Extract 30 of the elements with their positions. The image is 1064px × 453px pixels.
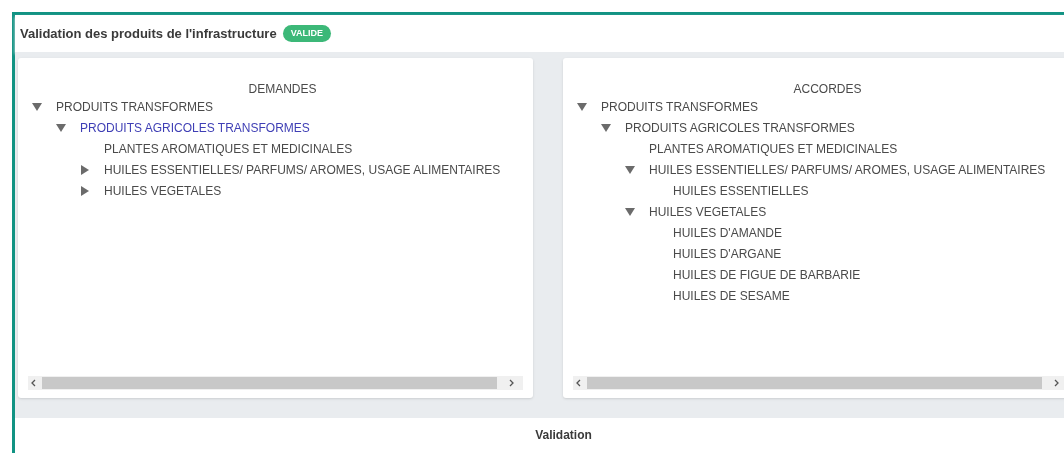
tree-item[interactable]: HUILES VEGETALES bbox=[649, 202, 767, 221]
tree-item[interactable]: PRODUITS AGRICOLES TRANSFORMES bbox=[80, 118, 310, 137]
tree-item[interactable]: HUILES DE FIGUE DE BARBARIE bbox=[673, 265, 861, 284]
tree-item[interactable]: HUILES D'ARGANE bbox=[673, 244, 782, 263]
tree-item[interactable]: HUILES DE SESAME bbox=[673, 286, 790, 305]
tree-item[interactable]: PRODUITS TRANSFORMES bbox=[56, 97, 214, 116]
horizontal-scrollbar[interactable] bbox=[28, 376, 523, 390]
tree-item[interactable]: HUILES VEGETALES bbox=[104, 181, 222, 200]
panel-title: ACCORDES bbox=[793, 82, 862, 96]
tree-item[interactable]: HUILES ESSENTIELLES/ PARFUMS/ AROMES, USAGE ALIMENTAIRES bbox=[649, 160, 1046, 179]
caret-down-icon[interactable] bbox=[577, 101, 587, 112]
caret-down-icon[interactable] bbox=[625, 206, 635, 217]
panel-title: DEMANDES bbox=[248, 82, 317, 96]
caret-right-icon[interactable] bbox=[80, 164, 90, 175]
tree-item[interactable]: HUILES ESSENTIELLES/ PARFUMS/ AROMES, USAGE ALIMENTAIRES bbox=[104, 160, 501, 179]
tree-item[interactable]: PRODUITS AGRICOLES TRANSFORMES bbox=[625, 118, 855, 137]
caret-down-icon[interactable] bbox=[601, 122, 611, 133]
section-title: Validation bbox=[535, 427, 592, 444]
tree-item[interactable]: PLANTES AROMATIQUES ET MEDICINALES bbox=[104, 139, 353, 158]
caret-right-icon[interactable] bbox=[80, 185, 90, 196]
status-badge: VALIDE bbox=[282, 24, 331, 43]
tree-item[interactable]: HUILES ESSENTIELLES bbox=[673, 181, 809, 200]
caret-down-icon[interactable] bbox=[56, 122, 66, 133]
tree-item[interactable]: PLANTES AROMATIQUES ET MEDICINALES bbox=[649, 139, 898, 158]
horizontal-scrollbar[interactable] bbox=[573, 376, 1064, 390]
tree-item[interactable]: HUILES D'AMANDE bbox=[673, 223, 782, 242]
caret-down-icon[interactable] bbox=[625, 164, 635, 175]
tree-item[interactable]: PRODUITS TRANSFORMES bbox=[601, 97, 759, 116]
page-title: Validation des produits de l'infrastructure bbox=[20, 24, 277, 43]
caret-down-icon[interactable] bbox=[32, 101, 42, 112]
